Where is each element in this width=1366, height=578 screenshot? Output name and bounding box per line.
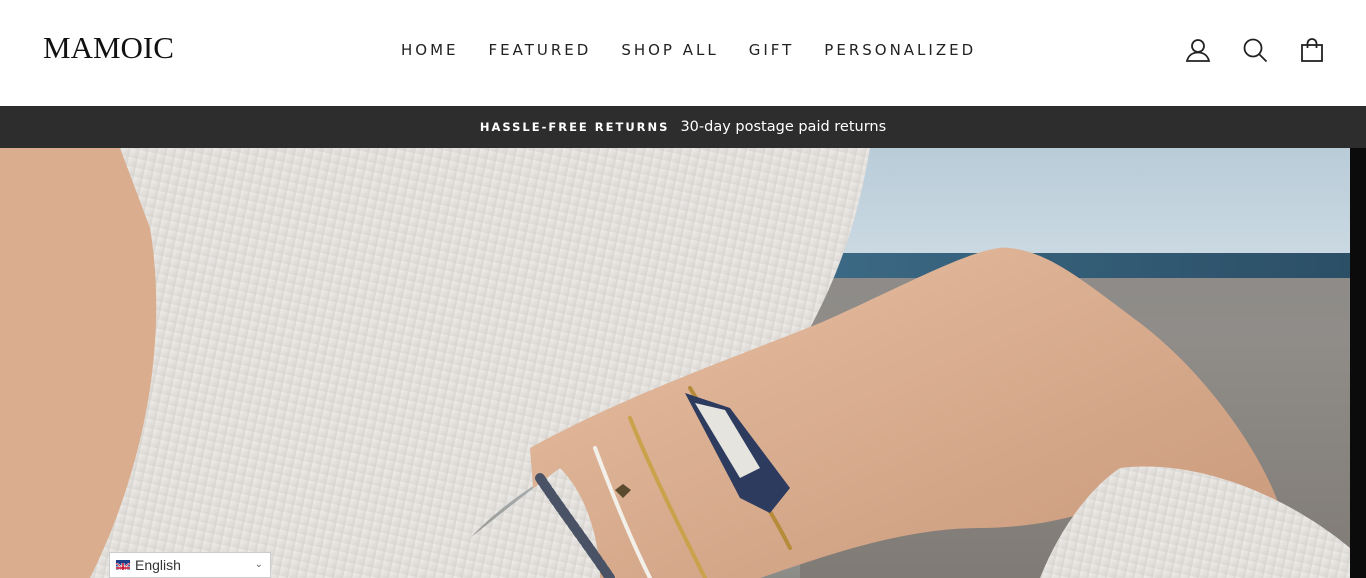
chevron-down-icon: ⌄ [254,559,263,570]
announcement-bar: HASSLE-FREE RETURNS 30-day postage paid … [0,106,1366,148]
announcement-title: HASSLE-FREE RETURNS [479,120,670,134]
nav-item-shop-all[interactable]: SHOP ALL [621,40,718,60]
announcement-message: 30-day postage paid returns [680,119,887,135]
user-icon[interactable] [1184,36,1212,64]
language-selector[interactable]: English ⌄ [109,552,271,578]
uk-flag-icon [116,560,130,570]
hero-image [0,148,1350,578]
page-scrollbar[interactable] [1350,148,1366,578]
nav-item-featured[interactable]: FEATURED [489,40,592,60]
site-header: MAMOIC HOME FEATURED SHOP ALL GIFT PERSO… [0,0,1366,106]
header-icons [1155,36,1326,64]
nav-item-personalized[interactable]: PERSONALIZED [824,40,976,60]
cart-icon[interactable] [1298,36,1326,64]
language-label: English [135,557,181,573]
nav-item-gift[interactable]: GIFT [749,40,795,60]
main-nav: HOME FEATURED SHOP ALL GIFT PERSONALIZED [401,40,1006,60]
brand-logo[interactable]: MAMOIC [43,30,174,66]
nav-item-home[interactable]: HOME [401,40,459,60]
search-icon[interactable] [1241,36,1269,64]
